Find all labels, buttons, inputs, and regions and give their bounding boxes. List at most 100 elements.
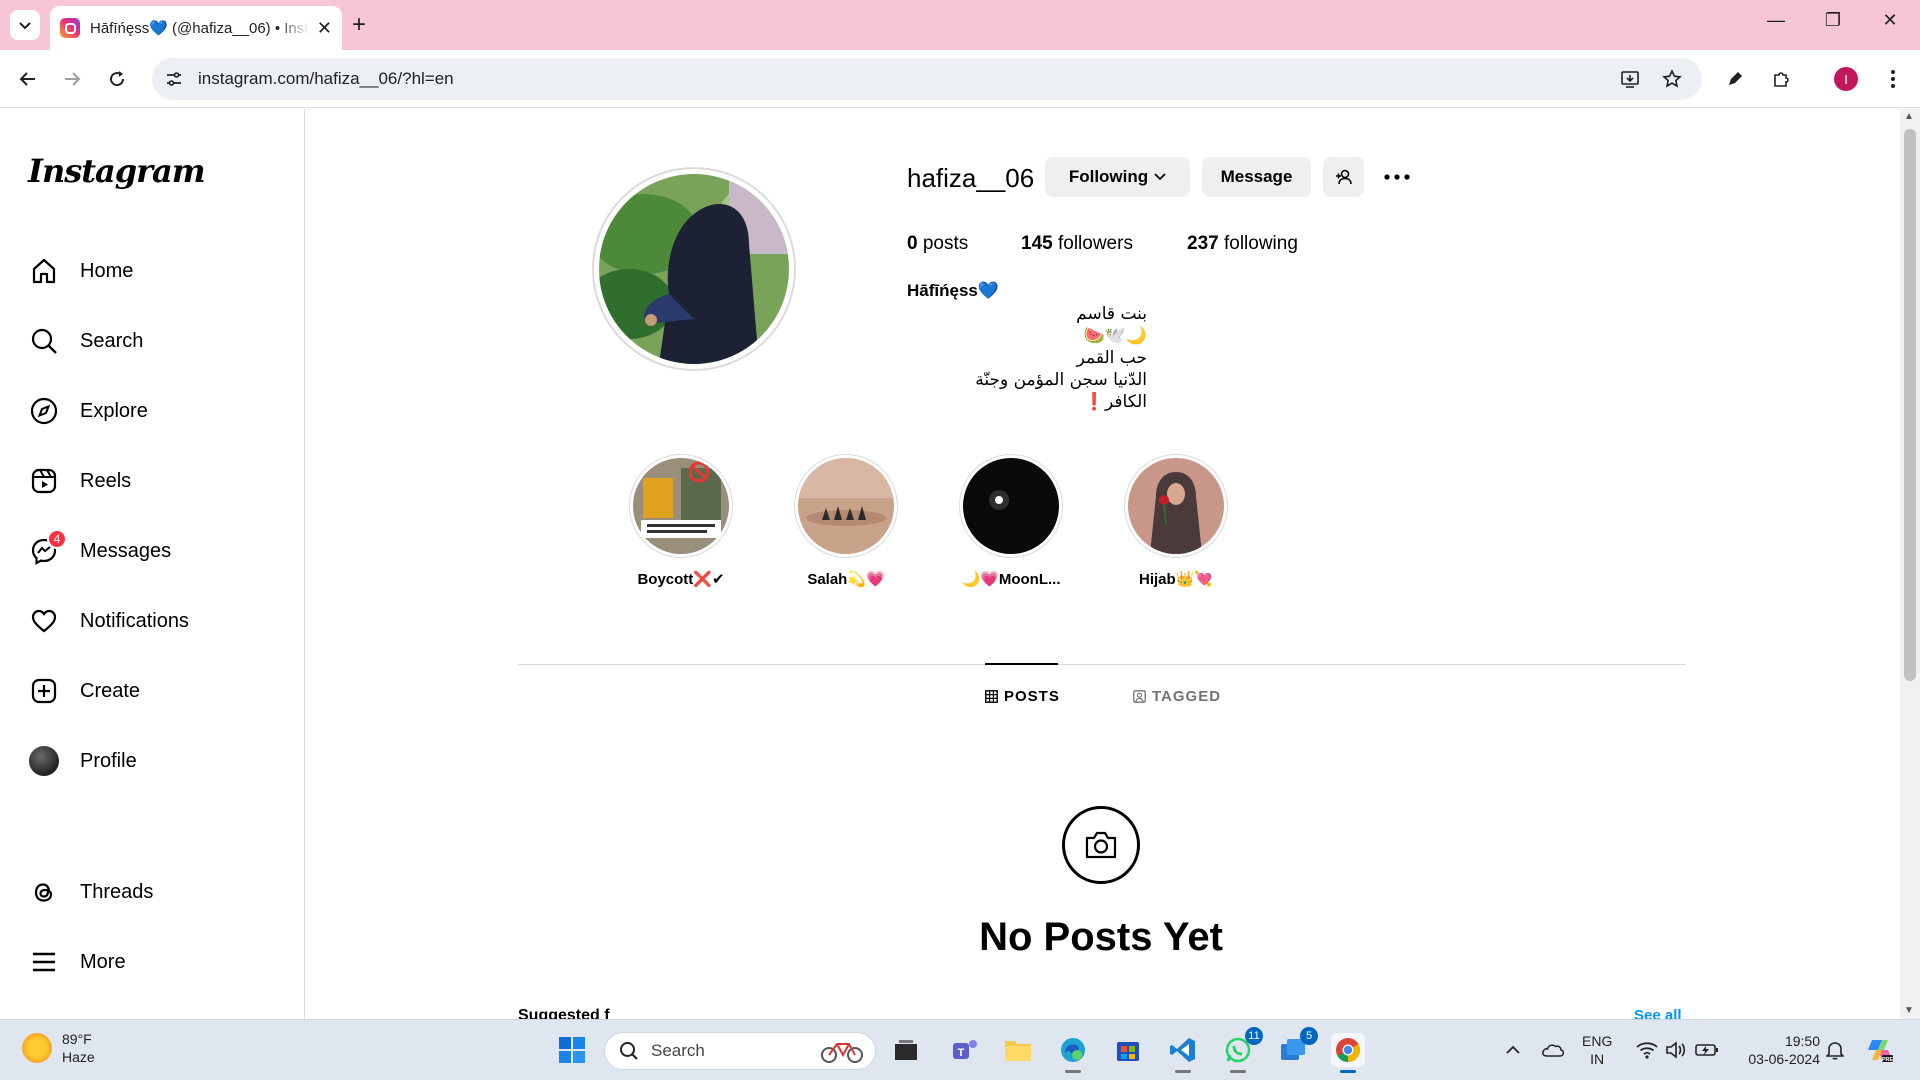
address-bar[interactable]: instagram.com/hafiza__06/?hl=en xyxy=(152,58,1702,100)
restore-icon[interactable]: ❐ xyxy=(1813,10,1853,31)
bookmark-star-icon[interactable] xyxy=(1657,64,1687,94)
svg-text:T: T xyxy=(958,1047,965,1059)
extensions-puzzle-icon[interactable] xyxy=(1766,64,1796,94)
instagram-logo[interactable]: Instagram xyxy=(28,152,206,190)
running-indicator xyxy=(1065,1070,1081,1073)
sidebar-item-label: Reels xyxy=(80,469,132,492)
new-tab-button[interactable]: + xyxy=(352,12,366,38)
posts-count: 0 posts xyxy=(907,233,968,255)
tabs-divider xyxy=(518,664,1686,665)
sidebar-item-create[interactable]: Create xyxy=(28,671,140,711)
microsoft-store-icon[interactable] xyxy=(1111,1033,1145,1067)
scroll-down-icon[interactable]: ▼ xyxy=(1904,1005,1914,1016)
following-count[interactable]: 237 following xyxy=(1187,233,1298,255)
instagram-favicon-icon xyxy=(60,18,80,38)
minimize-icon[interactable]: — xyxy=(1756,10,1796,31)
browser-profile-avatar[interactable]: I xyxy=(1834,67,1858,91)
tab-close-icon[interactable]: ✕ xyxy=(317,18,332,39)
clock-date: 03-06-2024 xyxy=(1748,1051,1820,1067)
sidebar-item-notifications[interactable]: Notifications xyxy=(28,601,189,641)
sidebar-item-messages[interactable]: 4 Messages xyxy=(28,529,171,571)
clock[interactable]: 19:50 03-06-2024 xyxy=(1740,1032,1820,1068)
battery-icon[interactable] xyxy=(1690,1033,1724,1067)
tab-search-button[interactable] xyxy=(10,10,40,40)
message-button[interactable]: Message xyxy=(1202,157,1311,197)
task-view-icon[interactable] xyxy=(889,1033,923,1067)
profile-options-button[interactable] xyxy=(1376,157,1418,197)
instagram-sidebar: Instagram Home Search Explore Reels 4 Me… xyxy=(0,109,305,1019)
sidebar-item-home[interactable]: Home xyxy=(28,251,133,291)
story-highlight[interactable]: 🌙💗MoonL... xyxy=(956,454,1066,588)
edge-browser-icon[interactable] xyxy=(1056,1033,1090,1073)
windows-start-icon[interactable] xyxy=(555,1033,589,1067)
sidebar-item-reels[interactable]: Reels xyxy=(28,461,131,501)
todo-icon[interactable]: 5 xyxy=(1276,1027,1318,1067)
copilot-icon[interactable]: PRE xyxy=(1863,1033,1897,1067)
tab-tagged[interactable]: TAGGED xyxy=(1133,688,1221,705)
profile-picture[interactable] xyxy=(592,167,796,371)
sidebar-item-search[interactable]: Search xyxy=(28,321,143,361)
story-highlight[interactable]: Boycott❌✔ xyxy=(626,454,736,588)
suggest-people-button[interactable] xyxy=(1323,157,1364,197)
sidebar-item-profile[interactable]: Profile xyxy=(28,741,137,781)
onedrive-cloud-icon[interactable] xyxy=(1536,1033,1570,1067)
more-horizontal-icon xyxy=(1384,174,1410,180)
bicycle-icon xyxy=(821,1043,863,1063)
teams-icon[interactable]: T xyxy=(948,1033,982,1067)
messenger-icon: 4 xyxy=(28,529,67,567)
file-explorer-icon[interactable] xyxy=(1001,1033,1035,1067)
vscode-icon[interactable] xyxy=(1166,1033,1200,1073)
sidebar-item-explore[interactable]: Explore xyxy=(28,391,148,431)
camera-icon xyxy=(1062,806,1140,884)
scrollbar-thumb[interactable] xyxy=(1904,129,1916,681)
profile-username: hafiza__06 xyxy=(907,163,1035,193)
chrome-icon[interactable] xyxy=(1331,1033,1365,1073)
language-indicator[interactable]: ENG IN xyxy=(1582,1032,1612,1068)
running-indicator xyxy=(1340,1070,1356,1073)
back-icon[interactable] xyxy=(13,64,43,94)
notification-bell-icon[interactable] xyxy=(1818,1033,1852,1067)
install-app-icon[interactable] xyxy=(1615,64,1645,94)
site-settings-icon[interactable] xyxy=(164,69,184,89)
compass-icon xyxy=(28,395,60,427)
reload-icon[interactable] xyxy=(102,64,132,94)
tagged-icon xyxy=(1133,690,1146,703)
followers-count[interactable]: 145 followers xyxy=(1021,233,1133,255)
language-code: ENG xyxy=(1582,1033,1613,1049)
story-highlight[interactable]: Hijab👑💘 xyxy=(1121,454,1231,588)
home-icon xyxy=(28,255,60,287)
sidebar-item-threads[interactable]: Threads xyxy=(28,872,153,912)
search-icon xyxy=(620,1042,638,1060)
hamburger-menu-icon xyxy=(28,946,60,978)
tab-posts[interactable]: POSTS xyxy=(985,688,1060,705)
tab-posts-label: POSTS xyxy=(1004,688,1060,705)
followers-count-value: 145 xyxy=(1021,233,1053,254)
tab-tagged-label: TAGGED xyxy=(1152,688,1222,705)
see-all-link[interactable]: See all xyxy=(1634,1007,1682,1019)
following-button[interactable]: Following xyxy=(1045,157,1190,197)
tray-overflow-chevron-icon[interactable] xyxy=(1496,1033,1530,1067)
todo-badge: 5 xyxy=(1300,1027,1318,1045)
whatsapp-badge: 11 xyxy=(1245,1027,1263,1045)
url-text: instagram.com/hafiza__06/?hl=en xyxy=(198,69,454,88)
plus-square-icon xyxy=(28,675,60,707)
whatsapp-icon[interactable]: 11 xyxy=(1221,1027,1263,1073)
chevron-down-icon xyxy=(1154,173,1166,181)
forward-icon[interactable] xyxy=(57,64,87,94)
sidebar-item-label: Profile xyxy=(80,749,137,772)
highlight-label: Hijab👑💘 xyxy=(1138,571,1214,588)
browser-menu-icon[interactable] xyxy=(1878,64,1908,94)
highlight-thumbnail xyxy=(798,458,894,554)
no-posts-title: No Posts Yet xyxy=(979,915,1223,959)
close-window-icon[interactable]: ✕ xyxy=(1870,10,1910,31)
story-highlight[interactable]: Salah💫💗 xyxy=(791,454,901,588)
chevron-down-icon xyxy=(19,22,31,30)
sidebar-item-more[interactable]: More xyxy=(28,942,126,982)
page-scrollbar[interactable]: ▲ ▼ xyxy=(1900,109,1920,1019)
pen-extension-icon[interactable] xyxy=(1720,64,1750,94)
weather-widget[interactable]: 89°F Haze xyxy=(22,1030,95,1066)
volume-icon[interactable] xyxy=(1659,1033,1693,1067)
browser-tab-active[interactable]: Hāfīńęss💙 (@hafiza__06) • Instagram phot… xyxy=(50,6,342,50)
scroll-up-icon[interactable]: ▲ xyxy=(1904,111,1914,122)
taskbar-search[interactable]: Search xyxy=(604,1032,876,1070)
